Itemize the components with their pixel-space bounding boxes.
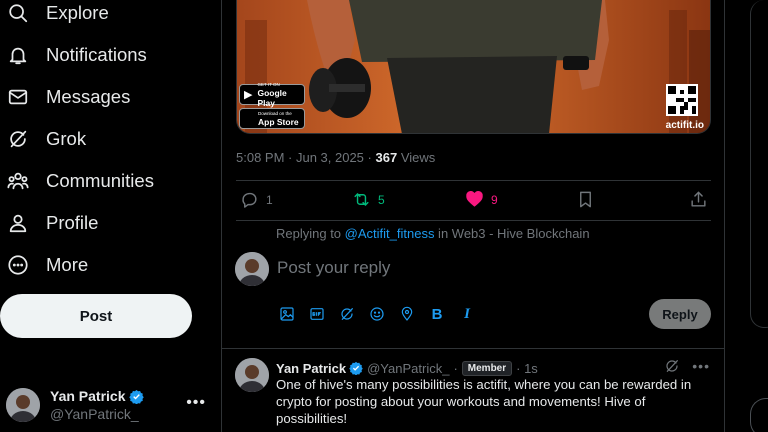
nav-label-communities: Communities bbox=[46, 170, 154, 191]
envelope-icon bbox=[6, 85, 30, 109]
right-sidebar bbox=[750, 0, 768, 432]
tweet-display-name[interactable]: Yan Patrick bbox=[276, 361, 346, 376]
replying-to: Replying to @Actifit_fitness in Web3 - H… bbox=[276, 226, 590, 241]
grok-icon[interactable] bbox=[337, 304, 357, 324]
views-label: Views bbox=[400, 150, 436, 165]
tweet-text: One of hive's many possibilities is acti… bbox=[276, 377, 692, 426]
emoji-icon[interactable] bbox=[367, 304, 387, 324]
nav-item-messages[interactable]: Messages bbox=[6, 77, 130, 117]
nav-item-more[interactable]: More bbox=[6, 245, 88, 285]
divider bbox=[222, 348, 725, 349]
replying-prefix: Replying to bbox=[276, 226, 345, 241]
tweet-separator: · bbox=[453, 360, 458, 376]
italic-icon[interactable]: I bbox=[457, 304, 477, 324]
share-action[interactable] bbox=[689, 190, 708, 209]
bell-icon bbox=[6, 43, 30, 67]
trends-panel bbox=[750, 0, 768, 328]
nav-label-profile: Profile bbox=[46, 212, 99, 233]
bookmark-action[interactable] bbox=[576, 190, 595, 209]
fitness-photo bbox=[237, 0, 710, 133]
avatar bbox=[6, 388, 40, 422]
repost-count: 5 bbox=[378, 192, 385, 207]
qr-code bbox=[666, 84, 698, 116]
divider bbox=[236, 180, 711, 181]
nav-item-communities[interactable]: Communities bbox=[6, 161, 154, 201]
nav-label-messages: Messages bbox=[46, 86, 131, 107]
bookmark-icon bbox=[580, 191, 591, 208]
app-store-small-text: Download on the bbox=[258, 111, 292, 116]
replying-suffix: in Web3 - Hive Blockchain bbox=[434, 226, 590, 241]
post-meta: 5:08 PM · Jun 3, 2025 · 367 Views bbox=[236, 150, 435, 165]
share-icon bbox=[691, 191, 706, 207]
reply-input[interactable]: Post your reply bbox=[277, 258, 390, 278]
views-count: 367 bbox=[375, 150, 398, 165]
divider bbox=[236, 220, 711, 221]
nav-label-grok: Grok bbox=[46, 128, 87, 149]
play-store-icon: ▶ bbox=[244, 89, 253, 101]
left-nav: Explore Notifications Messages Grok Comm… bbox=[0, 0, 222, 432]
app-store-badge[interactable]: Download on the App Store bbox=[239, 108, 305, 129]
nav-item-explore[interactable]: Explore bbox=[6, 0, 109, 33]
meta-separator: · bbox=[363, 150, 376, 165]
nav-label-more: More bbox=[46, 254, 89, 275]
avatar[interactable] bbox=[235, 358, 269, 392]
nav-label-explore: Explore bbox=[46, 2, 109, 23]
tweet-handle[interactable]: @YanPatrick_ bbox=[367, 361, 449, 376]
repost-icon bbox=[354, 193, 369, 206]
google-play-badge[interactable]: ▶ GET IT ON Google Play bbox=[239, 82, 305, 108]
tweet-header: Yan Patrick @YanPatrick_ · Member · 1s bbox=[276, 359, 538, 377]
google-play-text: Google Play bbox=[257, 88, 287, 108]
person-icon bbox=[6, 211, 30, 235]
post-detail-column: ▶ GET IT ON Google Play Download on the … bbox=[221, 0, 725, 432]
people-icon bbox=[6, 169, 30, 193]
tweet-tools: ••• bbox=[664, 358, 710, 374]
messages-drawer[interactable] bbox=[750, 398, 768, 432]
bold-icon[interactable]: B bbox=[427, 304, 447, 324]
brand-watermark: actifit.io bbox=[665, 120, 704, 131]
search-icon bbox=[6, 1, 30, 25]
composer-toolbar: B I bbox=[277, 304, 477, 324]
avatar bbox=[235, 252, 269, 286]
more-circle-icon bbox=[6, 253, 30, 277]
post-button[interactable]: Post bbox=[0, 294, 192, 338]
bold-glyph: B bbox=[431, 305, 443, 323]
grok-icon[interactable] bbox=[664, 358, 680, 374]
account-handle: @YanPatrick_ bbox=[50, 406, 139, 422]
account-display-name: Yan Patrick bbox=[50, 388, 126, 404]
account-switcher[interactable]: Yan Patrick @YanPatrick_ ••• bbox=[6, 385, 216, 425]
reply-action[interactable]: 1 bbox=[240, 190, 273, 209]
post-image[interactable]: ▶ GET IT ON Google Play Download on the … bbox=[236, 0, 711, 134]
tweet-age[interactable]: · 1s bbox=[516, 361, 538, 376]
account-names: Yan Patrick @YanPatrick_ bbox=[50, 387, 144, 423]
nav-label-notifications: Notifications bbox=[46, 44, 147, 65]
location-icon[interactable] bbox=[397, 304, 417, 324]
ellipsis-icon[interactable]: ••• bbox=[692, 358, 710, 374]
verified-icon bbox=[128, 389, 144, 404]
reply-icon bbox=[242, 192, 257, 208]
like-action[interactable]: 9 bbox=[465, 190, 498, 209]
grok-icon bbox=[6, 127, 30, 151]
italic-glyph: I bbox=[464, 305, 470, 322]
heart-icon bbox=[466, 191, 483, 207]
image-icon[interactable] bbox=[277, 304, 297, 324]
repost-action[interactable]: 5 bbox=[352, 190, 385, 209]
reply-button[interactable]: Reply bbox=[649, 299, 711, 329]
gif-icon[interactable] bbox=[307, 304, 327, 324]
nav-item-notifications[interactable]: Notifications bbox=[6, 35, 147, 75]
post-actions: 1 5 9 bbox=[236, 190, 711, 212]
member-badge: Member bbox=[461, 360, 513, 376]
app-store-text: App Store bbox=[258, 117, 299, 127]
reply-count: 1 bbox=[266, 192, 273, 207]
verified-icon bbox=[349, 361, 363, 375]
nav-item-profile[interactable]: Profile bbox=[6, 203, 98, 243]
post-timestamp[interactable]: 5:08 PM · Jun 3, 2025 bbox=[236, 150, 364, 165]
like-count: 9 bbox=[491, 192, 498, 207]
mention-link[interactable]: @Actifit_fitness bbox=[345, 226, 435, 241]
google-play-small-text: GET IT ON bbox=[257, 82, 280, 87]
nav-item-grok[interactable]: Grok bbox=[6, 119, 86, 159]
ellipsis-icon[interactable]: ••• bbox=[186, 394, 206, 412]
